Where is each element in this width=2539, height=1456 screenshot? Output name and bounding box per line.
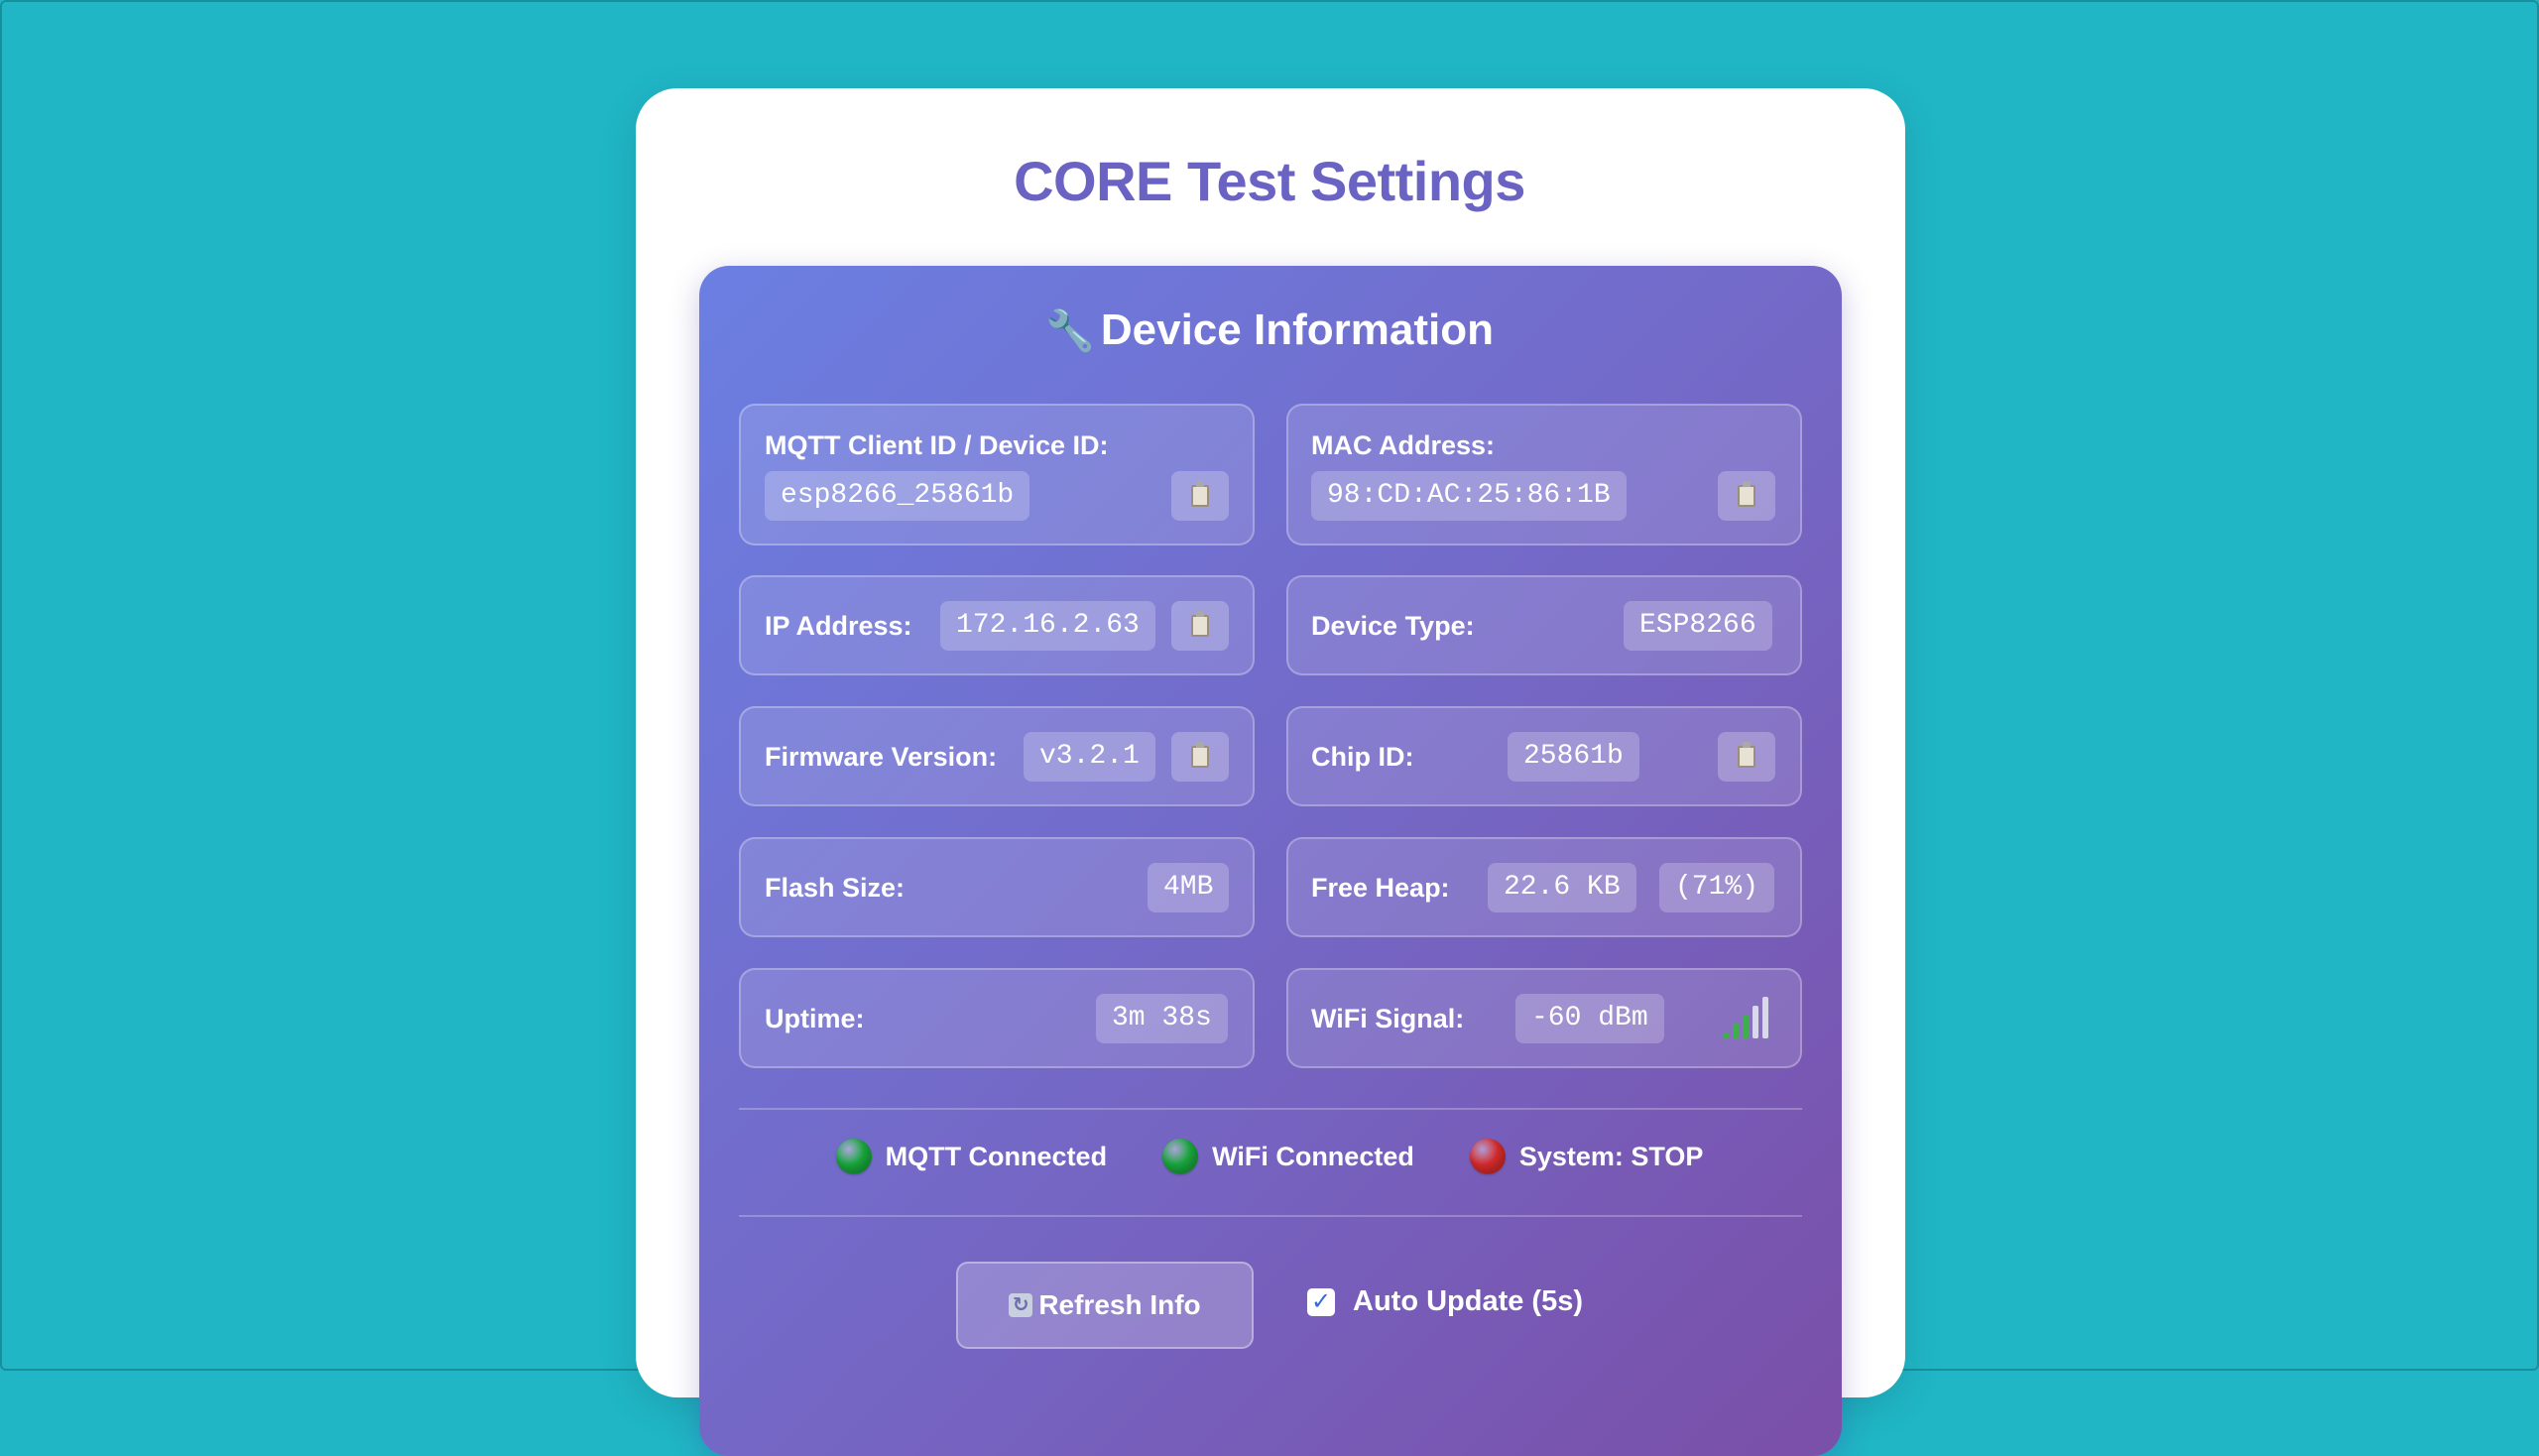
system-status: System: STOP [1469, 1139, 1704, 1174]
flash-size-value: 4MB [1148, 863, 1230, 912]
clipboard-icon [1738, 481, 1755, 507]
uptime-value: 3m 38s [1096, 994, 1228, 1043]
mqtt-status: MQTT Connected [835, 1139, 1108, 1174]
wifi-signal-value: -60 dBm [1515, 994, 1664, 1043]
signal-bar [1753, 1006, 1758, 1038]
free-heap-value: 22.6 KB [1488, 863, 1636, 912]
panel-title: 🔧 Device Information [0, 305, 2539, 355]
clipboard-icon [1191, 742, 1209, 768]
clipboard-icon [1191, 611, 1209, 637]
copy-mqtt-client-id-button[interactable] [1171, 471, 1229, 521]
chip-id-value: 25861b [1508, 732, 1639, 782]
signal-bar [1723, 1032, 1729, 1038]
wrench-icon: 🔧 [1045, 309, 1095, 353]
wifi-status-label: WiFi Connected [1212, 1141, 1414, 1171]
copy-ip-address-button[interactable] [1171, 601, 1229, 651]
ip-address-value: 172.16.2.63 [940, 601, 1155, 651]
mqtt-client-id-label: MQTT Client ID / Device ID: [765, 430, 1109, 460]
clipboard-icon [1738, 742, 1755, 768]
page-title: CORE Test Settings [1014, 150, 1525, 212]
mqtt-status-dot [835, 1139, 872, 1174]
mqtt-status-label: MQTT Connected [885, 1141, 1108, 1171]
chip-id-label: Chip ID: [1311, 742, 1414, 772]
copy-firmware-version-button[interactable] [1171, 732, 1229, 782]
signal-bar [1762, 997, 1768, 1038]
wifi-status: WiFi Connected [1162, 1139, 1414, 1174]
system-status-dot [1469, 1139, 1506, 1174]
divider [739, 1215, 1802, 1217]
auto-update-toggle[interactable]: ✓ Auto Update (5s) [1307, 1285, 1583, 1318]
copy-chip-id-button[interactable] [1718, 732, 1775, 782]
signal-bar [1743, 1015, 1749, 1038]
uptime-label: Uptime: [765, 1004, 865, 1033]
divider [739, 1108, 1802, 1110]
ip-address-label: IP Address: [765, 611, 912, 641]
firmware-version-value: v3.2.1 [1024, 732, 1155, 782]
panel-title-text: Device Information [1100, 305, 1494, 354]
signal-bar [1733, 1024, 1739, 1038]
system-status-label: System: STOP [1518, 1141, 1704, 1171]
auto-update-checkbox[interactable]: ✓ [1307, 1287, 1335, 1316]
wifi-status-dot [1162, 1139, 1199, 1174]
firmware-version-label: Firmware Version: [765, 742, 998, 772]
auto-update-label: Auto Update (5s) [1353, 1285, 1583, 1317]
refresh-icon: ↻ [1009, 1293, 1033, 1317]
connection-status-row: MQTT Connected WiFi Connected System: ST… [0, 1139, 2539, 1174]
mqtt-client-id-value: esp8266_25861b [765, 471, 1030, 521]
copy-mac-address-button[interactable] [1718, 471, 1775, 521]
refresh-info-label: Refresh Info [1038, 1289, 1201, 1320]
clipboard-icon [1191, 481, 1209, 507]
free-heap-percent: (71%) [1659, 863, 1775, 912]
refresh-info-button[interactable]: ↻ Refresh Info [956, 1262, 1254, 1349]
mac-address-label: MAC Address: [1311, 430, 1496, 460]
device-type-value: ESP8266 [1624, 601, 1772, 651]
device-type-label: Device Type: [1311, 611, 1475, 641]
wifi-signal-label: WiFi Signal: [1311, 1004, 1465, 1033]
flash-size-label: Flash Size: [765, 873, 906, 903]
mac-address-value: 98:CD:AC:25:86:1B [1311, 471, 1627, 521]
free-heap-label: Free Heap: [1311, 873, 1450, 903]
wifi-signal-strength-icon [1723, 997, 1768, 1038]
